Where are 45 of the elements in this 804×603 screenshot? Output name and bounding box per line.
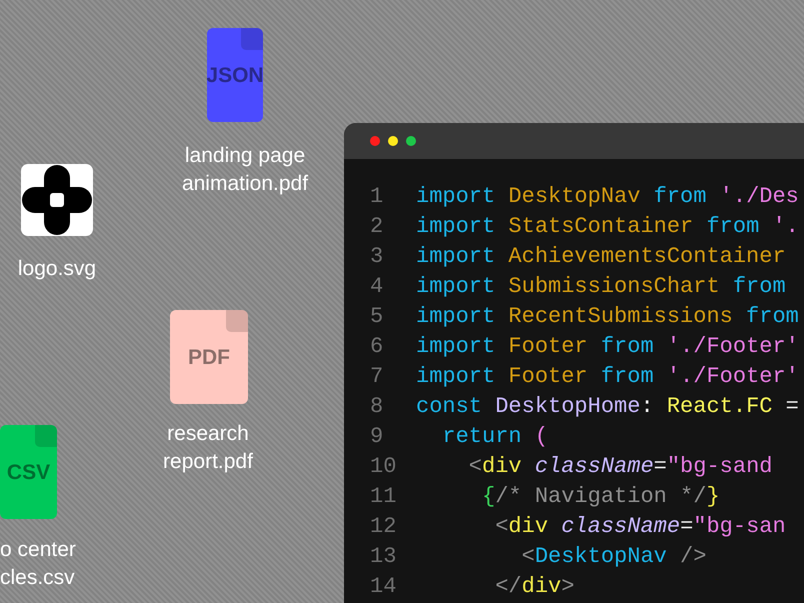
code-line: import StatsContainer from '. [416, 213, 799, 241]
file-name: landing page animation.pdf [182, 143, 308, 197]
minimize-button[interactable] [388, 136, 398, 146]
code-line: import Footer from './Footer' [416, 363, 799, 391]
close-button[interactable] [370, 136, 380, 146]
line-number: 2 [369, 213, 384, 241]
code-line: const DesktopHome: React.FC = [416, 393, 799, 421]
page-fold [226, 310, 248, 332]
code-line: import DesktopNav from './Des [416, 183, 799, 211]
code-line: import SubmissionsChart from [416, 273, 786, 301]
file-name: research report.pdf [163, 421, 253, 475]
code-line: return ( [441, 423, 548, 451]
logo-icon[interactable] [21, 164, 93, 236]
file-type-label: JSON [207, 64, 263, 86]
file-name: logo.svg [18, 256, 96, 282]
line-number: 12 [369, 513, 398, 541]
code-line: {/* Navigation */} [481, 483, 720, 511]
line-number: 3 [369, 243, 384, 271]
line-number: 7 [369, 363, 384, 391]
line-number: 8 [369, 393, 384, 421]
line-number: 4 [369, 273, 384, 301]
code-line: <div className="bg-sand [468, 453, 772, 481]
file-name: o center cles.csv [0, 537, 76, 591]
line-number: 5 [369, 303, 384, 331]
line-number: 10 [369, 453, 398, 481]
line-number: 1 [369, 183, 384, 211]
code-line: <DesktopNav /> [520, 543, 706, 571]
page-fold [35, 425, 57, 447]
file-type-label: CSV [6, 462, 50, 482]
file-icon[interactable]: PDF [170, 310, 248, 404]
page-fold [241, 28, 263, 50]
file-icon[interactable]: CSV [0, 425, 57, 519]
code-line: </div> [494, 573, 574, 601]
line-number: 13 [369, 543, 398, 571]
code-line: import AchievementsContainer [416, 243, 786, 271]
code-line: <div className="bg-san [494, 513, 786, 541]
line-number: 9 [369, 423, 384, 451]
zoom-button[interactable] [406, 136, 416, 146]
line-number: 11 [369, 483, 398, 511]
line-number: 6 [369, 333, 384, 361]
code-line: import RecentSubmissions from [416, 303, 799, 331]
file-type-label: PDF [188, 346, 230, 368]
code-line: import Footer from './Footer' [416, 333, 799, 361]
line-number: 14 [369, 573, 398, 601]
file-icon[interactable]: JSON [207, 28, 263, 122]
